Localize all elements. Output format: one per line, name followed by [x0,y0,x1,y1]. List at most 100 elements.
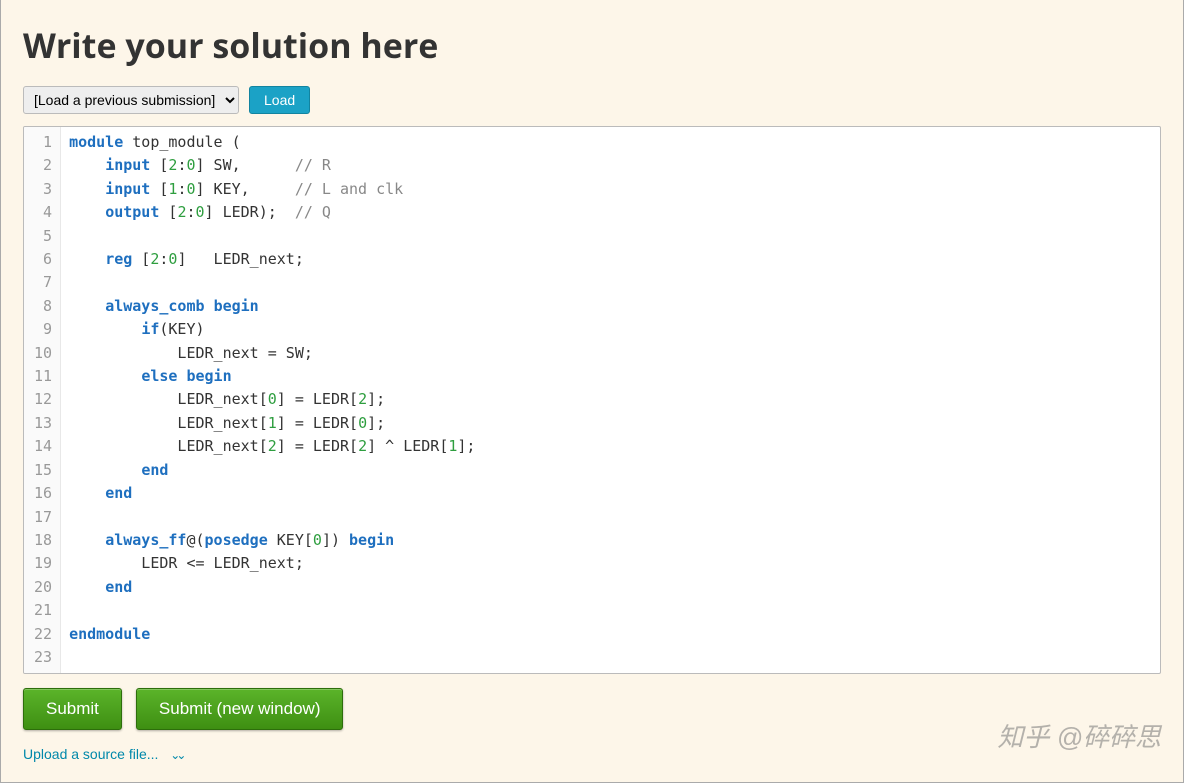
line-number: 12 [34,388,52,411]
code-line[interactable] [69,646,1152,669]
code-token: end [105,484,132,502]
code-token: end [105,578,132,596]
code-line[interactable]: LEDR <= LEDR_next; [69,552,1152,575]
code-token [69,367,141,385]
code-token: [ [150,156,168,174]
code-token: begin [214,297,259,315]
code-line[interactable]: endmodule [69,623,1152,646]
code-line[interactable]: else begin [69,365,1152,388]
editor-code-area[interactable]: module top_module ( input [2:0] SW, // R… [61,127,1160,673]
code-line[interactable]: module top_module ( [69,131,1152,154]
code-token [69,531,105,549]
code-line[interactable]: LEDR_next[2] = LEDR[2] ^ LEDR[1]; [69,435,1152,458]
code-token: if [141,320,159,338]
code-line[interactable]: LEDR_next = SW; [69,342,1152,365]
line-number: 10 [34,342,52,365]
code-token: (KEY) [159,320,204,338]
code-token: LEDR_next[ [69,390,268,408]
code-token: 0 [196,203,205,221]
code-token: 2 [358,390,367,408]
code-token: ]; [457,437,475,455]
upload-source-link[interactable]: Upload a source file... [23,746,158,762]
code-token: else [141,367,177,385]
line-number: 11 [34,365,52,388]
code-line[interactable] [69,271,1152,294]
code-token: [ [159,203,177,221]
code-token: output [105,203,159,221]
code-token [69,461,141,479]
content-area: Write your solution here [Load a previou… [1,0,1183,782]
code-token: [ [150,180,168,198]
submit-button[interactable]: Submit [23,688,122,730]
line-number: 2 [34,154,52,177]
code-token: LEDR <= LEDR_next; [69,554,304,572]
code-token: // L and clk [295,180,403,198]
code-token: 2 [268,437,277,455]
code-editor[interactable]: 1234567891011121314151617181920212223 mo… [24,127,1160,673]
line-number: 1 [34,131,52,154]
code-token: begin [349,531,394,549]
previous-submission-select[interactable]: [Load a previous submission] [23,86,239,114]
code-line[interactable] [69,599,1152,622]
line-number: 8 [34,295,52,318]
code-token: @( [186,531,204,549]
code-line[interactable]: reg [2:0] LEDR_next; [69,248,1152,271]
code-token: module [69,133,123,151]
code-token [205,297,214,315]
code-token: ] = LEDR[ [277,414,358,432]
code-token: 0 [268,390,277,408]
code-line[interactable]: if(KEY) [69,318,1152,341]
editor-gutter: 1234567891011121314151617181920212223 [24,127,61,673]
code-line[interactable]: LEDR_next[1] = LEDR[0]; [69,412,1152,435]
code-line[interactable]: end [69,482,1152,505]
code-token [69,578,105,596]
code-token: LEDR_next[ [69,437,268,455]
code-token: end [141,461,168,479]
code-line[interactable]: input [1:0] KEY, // L and clk [69,178,1152,201]
line-number: 21 [34,599,52,622]
load-previous-row: [Load a previous submission] Load [23,86,1161,114]
code-token: LEDR_next[ [69,414,268,432]
submit-new-window-button[interactable]: Submit (new window) [136,688,344,730]
code-line[interactable]: output [2:0] LEDR); // Q [69,201,1152,224]
code-token [69,250,105,268]
code-line[interactable]: end [69,576,1152,599]
code-token: ]; [367,390,385,408]
code-editor-frame: 1234567891011121314151617181920212223 mo… [23,126,1161,674]
code-line[interactable]: input [2:0] SW, // R [69,154,1152,177]
code-token: ] = LEDR[ [277,390,358,408]
code-token: // Q [295,203,331,221]
code-token: ] LEDR_next; [177,250,303,268]
line-number: 6 [34,248,52,271]
load-button[interactable]: Load [249,86,310,114]
code-token: ] SW, [196,156,295,174]
code-token: input [105,180,150,198]
code-token: 0 [313,531,322,549]
line-number: 9 [34,318,52,341]
code-token: LEDR_next = SW; [69,344,313,362]
code-token: ] LEDR); [205,203,295,221]
line-number: 20 [34,576,52,599]
code-line[interactable] [69,506,1152,529]
line-number: 23 [34,646,52,669]
code-line[interactable]: end [69,459,1152,482]
code-line[interactable] [69,225,1152,248]
code-token: always_comb [105,297,204,315]
code-token [69,203,105,221]
code-token: ] ^ LEDR[ [367,437,448,455]
code-line[interactable]: always_comb begin [69,295,1152,318]
code-token: begin [186,367,231,385]
line-number: 17 [34,506,52,529]
code-token: reg [105,250,132,268]
code-token [69,484,105,502]
code-token: ]; [367,414,385,432]
code-token: 2 [358,437,367,455]
code-token: ] KEY, [196,180,295,198]
line-number: 19 [34,552,52,575]
page-title: Write your solution here [23,22,1161,68]
code-line[interactable]: LEDR_next[0] = LEDR[2]; [69,388,1152,411]
line-number: 7 [34,271,52,294]
line-number: 5 [34,225,52,248]
code-line[interactable]: always_ff@(posedge KEY[0]) begin [69,529,1152,552]
code-token: ]) [322,531,349,549]
